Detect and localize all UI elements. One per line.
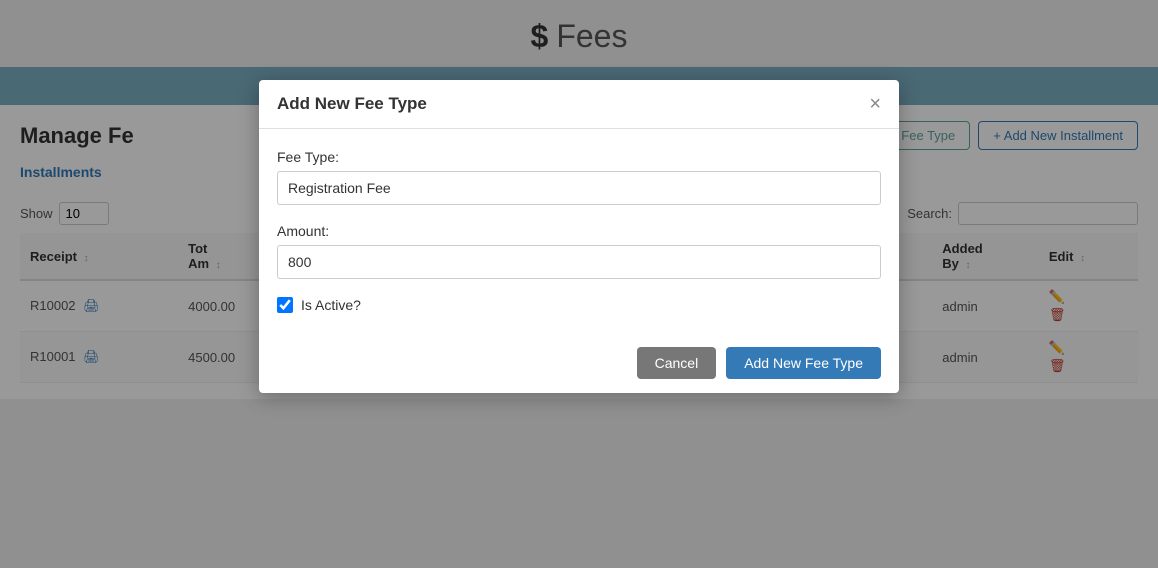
fee-type-label: Fee Type:	[277, 149, 881, 165]
is-active-group: Is Active?	[277, 297, 881, 313]
modal-footer: Cancel Add New Fee Type	[259, 333, 899, 393]
fee-type-group: Fee Type:	[277, 149, 881, 205]
modal-close-button[interactable]: ×	[869, 94, 881, 114]
amount-group: Amount:	[277, 223, 881, 279]
page-background: $ Fees Manage Fe + New Fee Type + Add Ne…	[0, 0, 1158, 568]
is-active-checkbox[interactable]	[277, 297, 293, 313]
amount-label: Amount:	[277, 223, 881, 239]
add-fee-type-button[interactable]: Add New Fee Type	[726, 347, 881, 379]
is-active-label: Is Active?	[301, 297, 361, 313]
modal-title: Add New Fee Type	[277, 94, 427, 114]
cancel-button[interactable]: Cancel	[637, 347, 717, 379]
amount-input[interactable]	[277, 245, 881, 279]
modal-body: Fee Type: Amount: Is Active?	[259, 129, 899, 333]
add-fee-type-modal: Add New Fee Type × Fee Type: Amount: Is …	[259, 80, 899, 393]
fee-type-input[interactable]	[277, 171, 881, 205]
modal-header: Add New Fee Type ×	[259, 80, 899, 129]
